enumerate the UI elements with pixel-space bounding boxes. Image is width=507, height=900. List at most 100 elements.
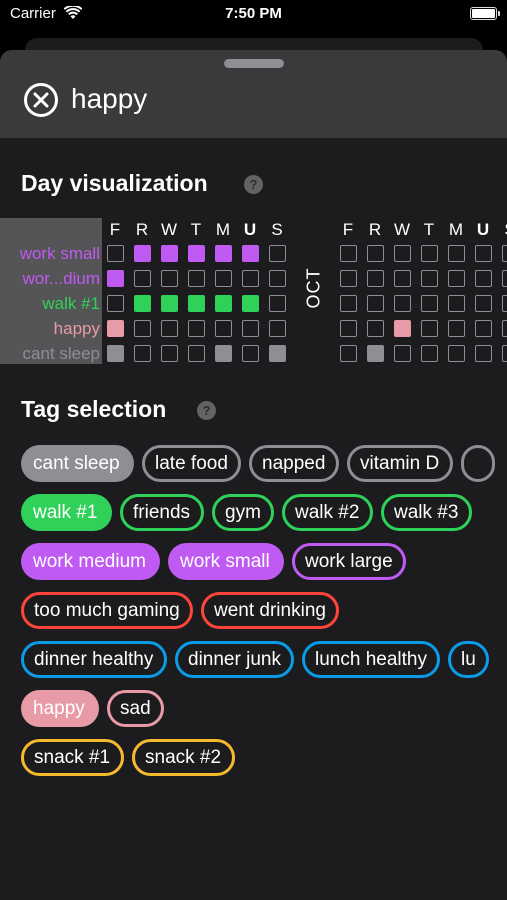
day-cell-filled [215, 245, 232, 262]
tag-chip[interactable]: went drinking [201, 592, 339, 629]
day-cell-empty [242, 345, 259, 362]
tag-chip[interactable]: dinner healthy [21, 641, 167, 678]
day-visualization-help-icon[interactable]: ? [244, 175, 263, 194]
day-letter: W [160, 220, 178, 239]
tag-chip[interactable]: work medium [21, 543, 160, 580]
day-cell-filled [269, 345, 286, 362]
tag-chip[interactable]: snack #2 [132, 739, 235, 776]
day-cell-empty [421, 245, 438, 262]
day-cell-filled [188, 245, 205, 262]
day-letter: T [423, 220, 435, 239]
tag-chip[interactable]: snack #1 [21, 739, 124, 776]
status-bar: Carrier 7:50 PM [0, 0, 507, 30]
day-cell-filled [242, 245, 259, 262]
day-cell-empty [448, 245, 465, 262]
day-cell-empty [502, 345, 507, 362]
tag-chip[interactable]: napped [249, 445, 339, 482]
tag-chip[interactable]: vitamin D [347, 445, 453, 482]
day-cell-empty [367, 245, 384, 262]
day-cell-empty [215, 320, 232, 337]
day-cell-empty [475, 295, 492, 312]
day-cell-filled [367, 345, 384, 362]
day-cell-empty [242, 270, 259, 287]
sheet-grabber[interactable] [224, 59, 284, 68]
tag-chip[interactable]: late food [142, 445, 241, 482]
day-cell-empty [188, 345, 205, 362]
day-cell-empty [367, 270, 384, 287]
tag-chip[interactable]: cant sleep [21, 445, 134, 482]
day-cell-empty [394, 295, 411, 312]
tag-chip[interactable]: friends [120, 494, 204, 531]
day-letter: U [476, 220, 490, 239]
close-icon[interactable] [23, 82, 59, 118]
day-letter: M [215, 220, 231, 239]
day-cell-empty [269, 320, 286, 337]
day-cell-filled [134, 295, 151, 312]
tag-chip[interactable]: lu [448, 641, 489, 678]
day-cell-empty [242, 320, 259, 337]
day-cell-filled [107, 345, 124, 362]
day-cell-empty [502, 270, 507, 287]
day-cell-empty [134, 320, 151, 337]
day-cell-empty [215, 270, 232, 287]
day-cell-filled [242, 295, 259, 312]
day-cell-empty [161, 345, 178, 362]
day-cell-empty [502, 295, 507, 312]
day-cell-filled [215, 295, 232, 312]
day-cell-empty [421, 295, 438, 312]
tag-selection-title: Tag selection [21, 396, 167, 422]
day-cell-empty [161, 270, 178, 287]
tag-chip[interactable]: work large [292, 543, 406, 580]
sheet-title: happy [71, 83, 148, 114]
day-cell-empty [448, 320, 465, 337]
day-cell-empty [340, 270, 357, 287]
day-cell-empty [134, 345, 151, 362]
day-cell-empty [340, 320, 357, 337]
day-letter: U [243, 220, 257, 239]
day-cell-empty [340, 245, 357, 262]
day-cell-filled [161, 295, 178, 312]
tag-chip[interactable]: walk #1 [21, 494, 112, 531]
day-cell-empty [394, 270, 411, 287]
day-cell-empty [269, 270, 286, 287]
tag-chip[interactable]: dinner junk [175, 641, 294, 678]
day-letter: M [448, 220, 464, 239]
tag-chip[interactable]: walk #2 [282, 494, 373, 531]
tag-chip[interactable]: happy [21, 690, 99, 727]
row-label: work small [19, 244, 100, 263]
day-cell-empty [475, 245, 492, 262]
day-cell-empty [394, 345, 411, 362]
day-cell-empty [394, 245, 411, 262]
day-letter: R [135, 220, 149, 239]
tag-chip[interactable]: lunch healthy [302, 641, 440, 678]
day-letter: F [342, 220, 354, 239]
day-cell-empty [502, 245, 507, 262]
tag-chip[interactable]: too much gaming [21, 592, 193, 629]
day-cell-empty [269, 295, 286, 312]
tag-chip[interactable]: gym [212, 494, 274, 531]
tag-selection-help-icon[interactable]: ? [197, 401, 216, 420]
day-cell-empty [340, 345, 357, 362]
sheet-header: happy [0, 50, 507, 138]
day-letter: R [368, 220, 382, 239]
day-cell-filled [394, 320, 411, 337]
day-cell-filled [107, 320, 124, 337]
battery-icon [470, 7, 500, 20]
day-cell-empty [448, 295, 465, 312]
day-letter: F [109, 220, 121, 239]
day-letter: S [501, 220, 507, 240]
day-cell-empty [448, 270, 465, 287]
day-cell-empty [421, 345, 438, 362]
bottom-sheet: happy Day visualization ? FRWTMUSFRWTMUS… [0, 50, 507, 900]
tag-chip[interactable] [461, 445, 495, 482]
tag-chip[interactable]: walk #3 [381, 494, 472, 531]
day-cell-empty [421, 270, 438, 287]
day-cell-empty [188, 320, 205, 337]
day-cell-filled [188, 295, 205, 312]
clock: 7:50 PM [225, 5, 282, 22]
tag-chip[interactable]: work small [168, 543, 284, 580]
day-cell-empty [188, 270, 205, 287]
day-cell-filled [134, 245, 151, 262]
tag-chip[interactable]: sad [107, 690, 164, 727]
day-cell-empty [475, 345, 492, 362]
